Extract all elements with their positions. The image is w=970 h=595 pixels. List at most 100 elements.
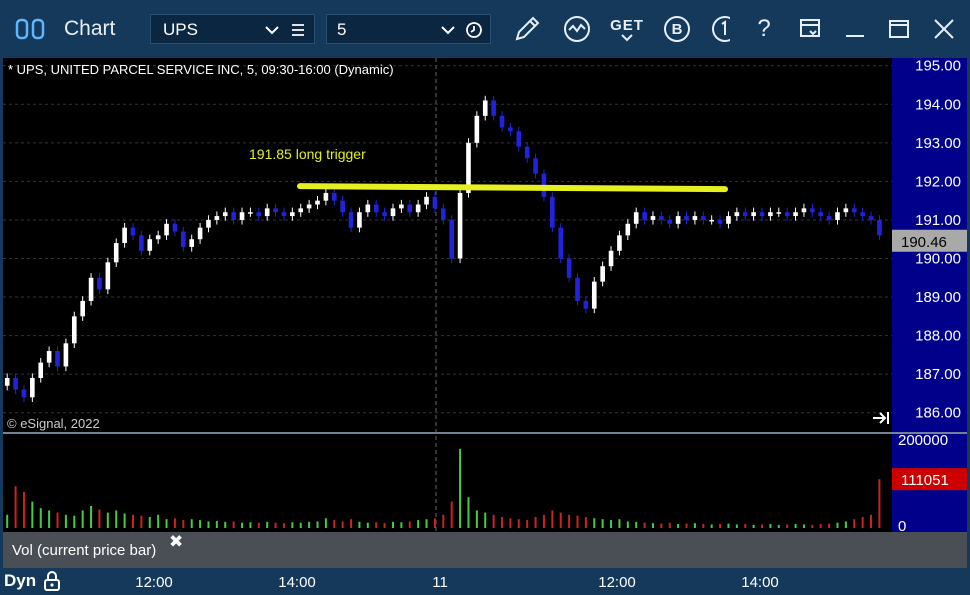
time-tick: 12:00 xyxy=(598,574,636,591)
study-icon[interactable] xyxy=(560,12,594,46)
draw-pencil-icon[interactable] xyxy=(510,12,544,46)
volume-bar xyxy=(257,522,260,528)
interval-input[interactable]: 5 xyxy=(326,14,491,44)
candle-body xyxy=(46,351,52,363)
candle-body xyxy=(575,277,580,301)
bitcoin-icon[interactable]: B xyxy=(660,12,694,46)
volume-bar xyxy=(786,524,789,528)
last-price-value: 190.46 xyxy=(901,234,947,251)
time-axis[interactable]: Dyn 12:00 14:00 11 12:00 14:00 xyxy=(0,568,970,595)
clock-icon[interactable] xyxy=(465,21,483,39)
volume-bar xyxy=(559,512,562,528)
chevron-down-icon[interactable] xyxy=(263,21,281,39)
candle-body xyxy=(449,219,454,259)
volume-bar xyxy=(48,510,51,528)
volume-bar xyxy=(6,514,9,528)
toolbar: Chart UPS 5 GET B ? xyxy=(0,0,970,58)
study-label[interactable]: Vol (current price bar) ✖ xyxy=(3,532,188,568)
volume-bar xyxy=(266,521,269,528)
layout-icon[interactable] xyxy=(14,12,50,46)
price-tick-label: 193.00 xyxy=(915,135,961,152)
candle-body xyxy=(457,192,463,259)
chart-area[interactable]: 191.85 long trigger * UPS, UNITED PARCEL… xyxy=(3,58,967,591)
candle-body xyxy=(533,158,538,174)
lock-icon[interactable] xyxy=(42,570,62,595)
volume-bar xyxy=(383,523,386,528)
volume-bar xyxy=(584,517,587,528)
volume-bar xyxy=(64,514,67,528)
candle-body xyxy=(399,204,404,209)
close-icon[interactable] xyxy=(930,12,958,46)
time-tick: 11 xyxy=(432,574,448,591)
candle-body xyxy=(818,212,824,217)
window-menu-icon[interactable] xyxy=(796,12,824,46)
help-icon[interactable]: ? xyxy=(752,12,776,46)
info-icon[interactable] xyxy=(708,12,730,46)
candle-body xyxy=(21,389,27,398)
get-data-icon[interactable]: GET xyxy=(608,12,646,46)
time-tick: 12:00 xyxy=(135,574,173,591)
volume-bar xyxy=(660,523,663,528)
candle-body xyxy=(415,204,421,213)
volume-bar xyxy=(568,514,571,528)
volume-bar xyxy=(199,520,202,528)
volume-bar xyxy=(148,517,151,528)
close-study-icon[interactable]: ✖ xyxy=(169,532,183,552)
candle-body xyxy=(432,196,438,209)
volume-bar xyxy=(484,512,487,528)
candle-body xyxy=(348,212,354,228)
minimize-icon[interactable] xyxy=(842,12,868,46)
chevron-down-icon[interactable] xyxy=(439,21,457,39)
candle-body xyxy=(55,351,60,367)
candle-body xyxy=(239,212,245,220)
last-volume-value: 111051 xyxy=(901,472,949,489)
volume-bar xyxy=(517,519,520,528)
candle-body xyxy=(164,223,169,236)
volume-bar xyxy=(400,522,403,528)
volume-bar xyxy=(408,521,411,528)
maximize-icon[interactable] xyxy=(886,12,912,46)
volume-bar xyxy=(224,521,227,528)
dynamic-mode-label[interactable]: Dyn xyxy=(4,571,36,591)
candle-body xyxy=(80,300,85,317)
volume-bar xyxy=(534,517,537,528)
candle-body xyxy=(742,212,748,217)
symbol-input[interactable]: UPS xyxy=(150,14,315,44)
chart-svg[interactable]: 191.85 long trigger * UPS, UNITED PARCEL… xyxy=(3,58,967,591)
volume-bar xyxy=(165,519,168,528)
candle-body xyxy=(273,208,278,213)
candle-body xyxy=(751,212,756,217)
candle-body xyxy=(851,208,857,213)
candle-body xyxy=(860,212,865,217)
candle-body xyxy=(835,212,840,220)
volume-bar xyxy=(173,518,176,528)
volume-bar xyxy=(350,519,353,528)
candle-body xyxy=(38,362,44,379)
candle-body xyxy=(617,235,622,251)
candle-body xyxy=(516,131,522,147)
volume-bar xyxy=(140,515,143,528)
volume-bar xyxy=(450,501,453,528)
candle-body xyxy=(709,219,714,222)
volume-bar xyxy=(593,518,596,528)
candle-body xyxy=(172,223,178,232)
volume-bar xyxy=(274,522,277,528)
candle-body xyxy=(315,200,320,205)
volume-bar xyxy=(56,512,59,528)
candle-body xyxy=(4,378,10,386)
symbol-menu-icon[interactable] xyxy=(289,21,307,39)
volume-bar xyxy=(719,524,722,528)
chart-header: * UPS, UNITED PARCEL SERVICE INC, 5, 09:… xyxy=(8,62,394,77)
get-label: GET xyxy=(610,16,644,34)
candle-body xyxy=(826,216,832,220)
volume-tick-label: 0 xyxy=(898,518,906,535)
candle-body xyxy=(189,239,195,247)
candle-body xyxy=(113,243,119,263)
candle-body xyxy=(642,212,647,220)
candle-body xyxy=(877,219,882,236)
copyright: © eSignal, 2022 xyxy=(7,416,100,431)
candle-body xyxy=(600,266,605,282)
volume-bar xyxy=(542,514,545,528)
candle-body xyxy=(214,216,220,220)
candle-body xyxy=(759,212,765,217)
